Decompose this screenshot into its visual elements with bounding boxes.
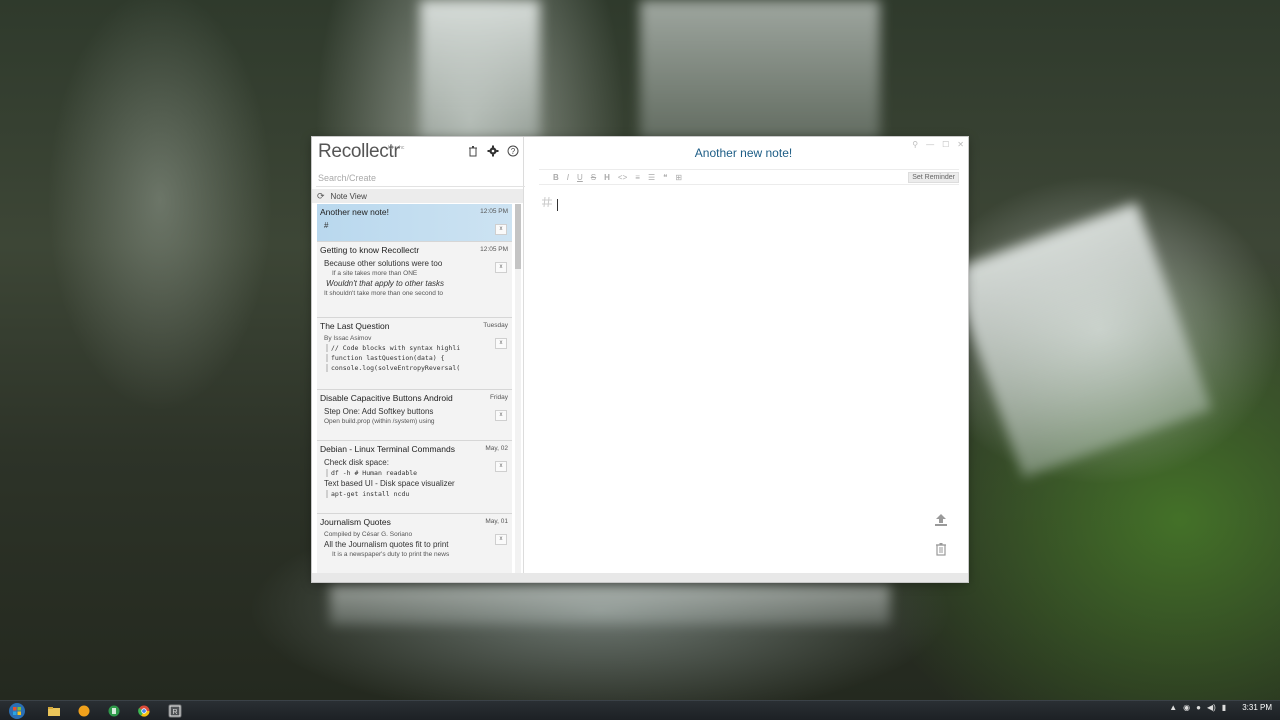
clock[interactable]: 3:31 PM <box>1242 703 1272 712</box>
delete-note-button[interactable]: x <box>495 534 507 545</box>
editor-pane: Another new note! ⚲ — ☐ ✕ B I U S H <> ≡… <box>529 137 968 573</box>
quote-button[interactable]: ❝ <box>663 173 667 182</box>
waterfall-decoration <box>640 0 880 140</box>
app-logo-sub: kit · rhc <box>388 145 405 151</box>
note-preview-line: All the Journalism quotes fit to print <box>324 540 449 549</box>
note-title: Disable Capacitive Buttons Android <box>320 393 453 403</box>
maximize-button[interactable]: ☐ <box>942 140 949 149</box>
code-preview-line: apt-get install ncdu <box>326 490 503 498</box>
note-preview-line: It shouldn't take more than one second t… <box>324 290 444 297</box>
code-preview-line: // Code blocks with syntax highli <box>326 344 503 352</box>
note-view-label: Note View <box>330 191 367 201</box>
heading-button[interactable]: H <box>604 173 610 182</box>
code-preview-line: console.log(solveEntropyReversal( <box>326 364 503 372</box>
code-button[interactable]: <> <box>618 173 627 182</box>
taskbar: R ▲ ◉ ● ◀) ▮ 3:31 PM <box>0 700 1280 720</box>
delete-icon[interactable] <box>935 542 947 556</box>
note-preview-line: Text based UI - Disk space visualizer <box>324 479 455 488</box>
note-preview-line: Open build.prop (within /system) using <box>324 418 435 425</box>
volume-icon[interactable]: ◀) <box>1207 703 1216 712</box>
explorer-icon[interactable] <box>47 704 61 718</box>
trash-icon[interactable] <box>467 145 479 157</box>
svg-text:R: R <box>172 709 177 716</box>
sidebar: Recollectr kit · rhc ? ⟳ Note View Anoth… <box>312 137 525 573</box>
insert-button[interactable]: ⊞ <box>675 173 682 182</box>
note-preview-line: It is a newspaper's duty to print the ne… <box>332 551 450 558</box>
delete-note-button[interactable]: x <box>495 224 507 235</box>
format-toolbar: B I U S H <> ≡ ☰ ❝ ⊞ Set Reminder <box>539 169 959 185</box>
note-preview-line: # <box>324 221 329 230</box>
note-view-bar[interactable]: ⟳ Note View <box>312 189 523 203</box>
close-button[interactable]: ✕ <box>957 140 964 149</box>
system-tray: ▲ ◉ ● ◀) ▮ 3:31 PM <box>1169 703 1272 712</box>
list-item[interactable]: Journalism Quotes May, 01 x Compiled by … <box>317 514 512 573</box>
set-reminder-button[interactable]: Set Reminder <box>908 172 959 183</box>
note-title-heading[interactable]: Another new note! <box>529 146 958 160</box>
text-cursor[interactable] <box>557 199 558 211</box>
note-preview-line: Wouldn't that apply to other tasks <box>326 279 445 288</box>
note-preview-line: Compiled by César G. Soriano <box>324 531 413 538</box>
network-icon[interactable]: ▮ <box>1222 703 1226 712</box>
underline-button[interactable]: U <box>577 173 583 182</box>
delete-note-button[interactable]: x <box>495 262 507 273</box>
note-date: 12:05 PM <box>480 246 508 253</box>
app-orange-icon[interactable] <box>77 704 91 718</box>
window-bottom-bar <box>312 573 968 582</box>
bold-button[interactable]: B <box>553 173 559 182</box>
list-item[interactable]: Debian - Linux Terminal Commands May, 02… <box>317 441 512 514</box>
tray-app-icon[interactable]: ◉ <box>1183 703 1190 712</box>
waterfall-decoration <box>420 0 540 140</box>
note-preview-line: By Issac Asimov <box>324 335 372 342</box>
search-input[interactable] <box>316 170 525 187</box>
window-controls: ⚲ — ☐ ✕ <box>912 140 964 149</box>
note-preview-line: Check disk space: <box>324 458 389 467</box>
show-hidden-icons[interactable]: ▲ <box>1169 703 1177 712</box>
river-decoration <box>330 585 890 625</box>
gear-icon[interactable] <box>487 145 499 157</box>
unordered-list-button[interactable]: ☰ <box>648 173 655 182</box>
scrollbar-thumb[interactable] <box>515 204 521 269</box>
ordered-list-button[interactable]: ≡ <box>635 173 640 182</box>
note-date: May, 01 <box>485 518 508 525</box>
list-item[interactable]: Another new note! 12:05 PM x # <box>317 204 512 242</box>
recollectr-window: Recollectr kit · rhc ? ⟳ Note View Anoth… <box>312 137 968 582</box>
svg-text:?: ? <box>511 147 516 156</box>
note-list-scrollbar[interactable] <box>515 204 521 573</box>
hash-tag-icon <box>542 196 552 208</box>
note-title: The Last Question <box>320 321 390 331</box>
help-icon[interactable]: ? <box>507 145 519 157</box>
waterfall-decoration <box>948 202 1212 478</box>
chrome-icon[interactable] <box>137 704 151 718</box>
tray-app-icon[interactable]: ● <box>1196 703 1201 712</box>
note-list: Another new note! 12:05 PM x # Getting t… <box>317 204 512 573</box>
strikethrough-button[interactable]: S <box>591 173 596 182</box>
note-date: Tuesday <box>483 322 508 329</box>
italic-button[interactable]: I <box>567 173 569 182</box>
recollectr-taskbar-icon[interactable]: R <box>168 704 182 718</box>
sidebar-actions: ? <box>467 145 519 157</box>
note-preview-line: Because other solutions were too <box>324 259 443 268</box>
list-item[interactable]: The Last Question Tuesday x By Issac Asi… <box>317 318 512 390</box>
note-date: 12:05 PM <box>480 208 508 215</box>
note-preview-line: If a site takes more than ONE <box>332 270 418 277</box>
delete-note-button[interactable]: x <box>495 410 507 421</box>
code-preview-line: function lastQuestion(data) { <box>326 354 503 362</box>
list-item[interactable]: Disable Capacitive Buttons Android Frida… <box>317 390 512 441</box>
note-date: May, 02 <box>485 445 508 452</box>
delete-note-button[interactable]: x <box>495 461 507 472</box>
note-title: Journalism Quotes <box>320 517 391 527</box>
start-button-icon[interactable] <box>6 702 28 720</box>
refresh-icon[interactable]: ⟳ <box>317 191 325 202</box>
pin-icon[interactable]: ⚲ <box>912 140 918 149</box>
note-preview-line: Step One: Add Softkey buttons <box>324 407 434 416</box>
code-preview-line: df -h # Human readable <box>326 469 503 477</box>
note-title: Debian - Linux Terminal Commands <box>320 444 455 454</box>
app-green-icon[interactable] <box>107 704 121 718</box>
upload-icon[interactable] <box>934 513 948 527</box>
list-item[interactable]: Getting to know Recollectr 12:05 PM x Be… <box>317 242 512 318</box>
minimize-button[interactable]: — <box>926 140 934 149</box>
delete-note-button[interactable]: x <box>495 338 507 349</box>
note-date: Friday <box>489 394 508 401</box>
